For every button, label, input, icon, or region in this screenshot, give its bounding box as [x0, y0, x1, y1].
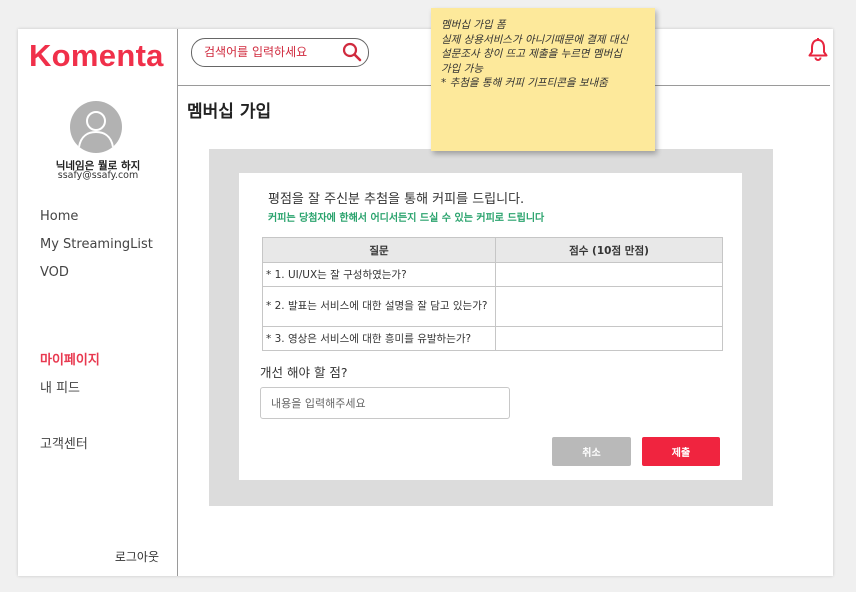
question-cell: * 3. 영상은 서비스에 대한 흥미를 유발하는가?	[262, 326, 496, 351]
sticky-note-line: 설문조사 창이 뜨고 제출을 누르면 멤버십	[441, 48, 622, 60]
search-icon[interactable]	[342, 42, 362, 62]
cancel-button[interactable]: 취소	[552, 437, 631, 466]
app-logo[interactable]: Komenta	[29, 38, 164, 74]
search-bar	[191, 38, 369, 67]
sidebar-item-mypage[interactable]: 마이페이지	[40, 349, 100, 368]
sidebar-item-home[interactable]: Home	[40, 209, 78, 224]
bell-icon[interactable]	[807, 37, 829, 61]
score-cell[interactable]	[495, 326, 723, 351]
sidebar-item-vod[interactable]: VOD	[40, 265, 69, 280]
search-input[interactable]	[204, 43, 334, 61]
improvement-label: 개선 해야 할 점?	[260, 365, 348, 380]
sidebar-item-my-streaming-list[interactable]: My StreamingList	[40, 237, 153, 252]
survey-table: 질문 점수 (10점 만점) * 1. UI/UX는 잘 구성하였는가? * 2…	[262, 237, 723, 351]
column-header-score: 점수 (10점 만점)	[495, 237, 723, 263]
avatar[interactable]	[70, 101, 122, 153]
sidebar-item-customer-center[interactable]: 고객센터	[40, 433, 88, 452]
sidebar-item-my-feed[interactable]: 내 피드	[40, 377, 80, 396]
logout-link[interactable]: 로그아웃	[115, 548, 159, 565]
submit-button[interactable]: 제출	[642, 437, 720, 466]
sticky-note-line: 가입 가능	[441, 62, 483, 75]
sticky-note-line: 실제 상용서비스가 아니기때문에 결제 대신	[441, 33, 629, 46]
table-row: * 1. UI/UX는 잘 구성하였는가?	[262, 262, 723, 287]
table-row: * 2. 발표는 서비스에 대한 설명을 잘 담고 있는가?	[262, 286, 723, 327]
improvement-input[interactable]	[260, 387, 510, 419]
profile-email: ssafy@ssafy.com	[57, 170, 139, 181]
score-cell[interactable]	[495, 262, 723, 287]
sticky-note: 멤버십 가입 폼 실제 상용서비스가 아니기때문에 결제 대신 설문조사 창이 …	[431, 8, 655, 151]
survey-heading: 평점을 잘 주신분 추첨을 통해 커피를 드립니다.	[268, 192, 525, 207]
question-cell: * 1. UI/UX는 잘 구성하였는가?	[262, 262, 496, 287]
sticky-note-line: * 추첨을 통해 커피 기프티콘을 보내줌	[441, 77, 608, 89]
survey-subheading: 커피는 당첨자에 한해서 어디서든지 드실 수 있는 커피로 드립니다	[268, 213, 545, 224]
question-cell: * 2. 발표는 서비스에 대한 설명을 잘 담고 있는가?	[262, 286, 496, 327]
column-header-question: 질문	[262, 237, 496, 263]
table-header-row: 질문 점수 (10점 만점)	[262, 237, 723, 263]
table-row: * 3. 영상은 서비스에 대한 흥미를 유발하는가?	[262, 326, 723, 351]
sticky-note-line: 멤버십 가입 폼	[441, 19, 506, 31]
score-cell[interactable]	[495, 286, 723, 327]
user-avatar-icon	[78, 111, 114, 148]
sidebar-divider	[177, 29, 178, 576]
page-title: 멤버십 가입	[187, 102, 272, 122]
